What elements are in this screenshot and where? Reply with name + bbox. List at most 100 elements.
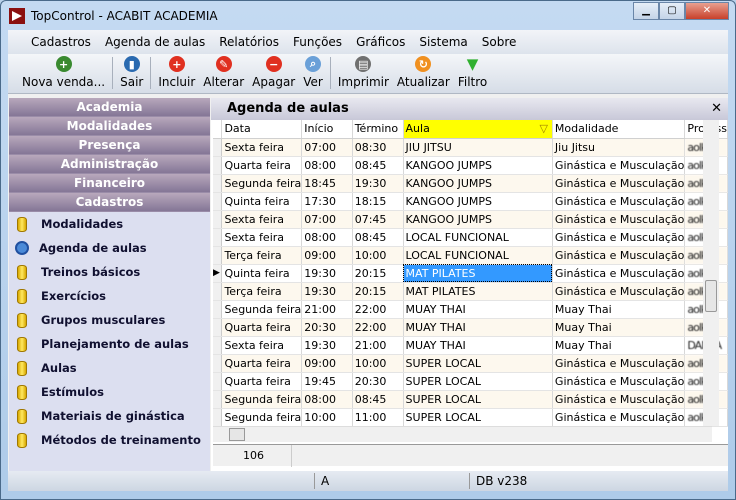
cell[interactable]: LOCAL FUNCIONAL — [403, 228, 553, 247]
menu-relatórios[interactable]: Relatórios — [212, 35, 286, 49]
cell[interactable]: Quinta feira — [221, 192, 303, 211]
table-row[interactable]: Segunda feira 21:00 22:00 MUAY THAI Muay Tha… — [213, 300, 728, 319]
cell[interactable]: MUAY THAI — [403, 336, 553, 355]
cell[interactable]: Ginástica e Musculação — [552, 246, 686, 265]
sair-button[interactable]: ▮ Sair — [116, 56, 147, 89]
cell[interactable]: 19:30 — [301, 264, 353, 283]
cell[interactable]: 22:00 — [352, 318, 404, 337]
cell[interactable]: Ginástica e Musculação — [552, 228, 686, 247]
table-row[interactable]: Terça feira 09:00 10:00 LOCAL FUNCIONAL Giná… — [213, 246, 728, 265]
maximize-button[interactable]: ▢ — [659, 2, 685, 20]
cell[interactable]: 20:30 — [301, 318, 353, 337]
sidebar-item[interactable]: Aulas — [9, 356, 210, 380]
table-row[interactable]: Sexta feira19:3021:00MUAY THAIMuay ThaiD… — [213, 336, 728, 355]
cell[interactable]: LOCAL FUNCIONAL — [403, 246, 553, 265]
sidebar-item[interactable]: Treinos básicos — [9, 260, 210, 284]
cell[interactable]: Quinta feira — [221, 264, 303, 283]
cell[interactable]: KANGOO JUMPS — [403, 174, 553, 193]
cell[interactable]: Segunda feira — [221, 300, 303, 319]
cell[interactable]: 18:15 — [352, 192, 404, 211]
vertical-scrollbar[interactable] — [703, 120, 719, 426]
cell[interactable]: SUPER LOCAL — [403, 354, 553, 373]
column-header[interactable]: Modalidade — [552, 120, 686, 139]
cell[interactable]: Terça feira — [221, 282, 303, 301]
menu-gráficos[interactable]: Gráficos — [349, 35, 412, 49]
table-row[interactable]: Quinta feira 17:30 18:15 KANGOO JUMPS Ginást… — [213, 192, 728, 211]
sidebar-item[interactable]: Agenda de aulas — [9, 236, 210, 260]
cell[interactable]: 08:30 — [352, 138, 404, 157]
apagar-button[interactable]: − Apagar — [248, 56, 299, 89]
menu-sistema[interactable]: Sistema — [412, 35, 474, 49]
menu-funções[interactable]: Funções — [286, 35, 349, 49]
sidebar-item[interactable]: Estímulos — [9, 380, 210, 404]
cell[interactable]: Ginástica e Musculação — [552, 264, 686, 283]
column-header[interactable]: Término — [352, 120, 404, 139]
table-row[interactable]: Quarta feira 09:00 10:00 SUPER LOCAL Ginásti… — [213, 354, 728, 373]
sidebar-group-4[interactable]: Financeiro — [9, 174, 210, 193]
table-row[interactable]: Terça feira 19:30 20:15 MAT PILATES Ginástic… — [213, 282, 728, 301]
cell[interactable]: Sexta feira — [221, 210, 303, 229]
column-header[interactable]: Data — [221, 120, 303, 139]
filtro-button[interactable]: ▼ Filtro — [454, 55, 491, 89]
cell[interactable]: 09:00 — [301, 246, 353, 265]
close-window-button[interactable]: ✕ — [685, 2, 729, 20]
cell[interactable]: Segunda feira — [221, 408, 303, 427]
cell[interactable]: 08:00 — [301, 156, 353, 175]
cell[interactable]: Ginástica e Musculação — [552, 174, 686, 193]
cell[interactable]: SUPER LOCAL — [403, 390, 553, 409]
menu-cadastros[interactable]: Cadastros — [24, 35, 98, 49]
cell[interactable]: 19:30 — [301, 282, 353, 301]
cell[interactable]: MAT PILATES — [403, 282, 553, 301]
cell[interactable]: 10:00 — [352, 246, 404, 265]
cell[interactable]: 21:00 — [301, 300, 353, 319]
sidebar-group-3[interactable]: Administração — [9, 155, 210, 174]
close-panel-button[interactable]: ✕ — [711, 98, 722, 120]
menu-agenda-de-aulas[interactable]: Agenda de aulas — [98, 35, 212, 49]
cell[interactable]: Sexta feira — [221, 336, 303, 355]
cell[interactable]: 20:30 — [352, 372, 404, 391]
table-row[interactable]: ▶ Quinta feira 19:30 20:15 MAT PILATES Ginást… — [213, 264, 728, 283]
alterar-button[interactable]: ✎ Alterar — [199, 56, 248, 89]
table-row[interactable]: Segunda feira 18:45 19:30 KANGOO JUMPS Ginás… — [213, 174, 728, 193]
cell[interactable]: 22:00 — [352, 300, 404, 319]
novavenda-button[interactable]: + Nova venda... — [18, 56, 109, 89]
cell[interactable]: MUAY THAI — [403, 300, 553, 319]
table-row[interactable]: Quarta feira 08:00 08:45 KANGOO JUMPS Ginást… — [213, 156, 728, 175]
cell[interactable]: Ginástica e Musculação — [552, 210, 686, 229]
cell[interactable]: 08:00 — [301, 228, 353, 247]
sidebar-group-5[interactable]: Cadastros — [9, 193, 210, 212]
cell[interactable]: 17:30 — [301, 192, 353, 211]
cell[interactable]: 11:00 — [352, 408, 404, 427]
cell[interactable]: 08:45 — [352, 228, 404, 247]
table-row[interactable]: Quarta feira 19:45 20:30 SUPER LOCAL Ginásti… — [213, 372, 728, 391]
scroll-thumb[interactable] — [229, 428, 245, 441]
cell[interactable]: 09:00 — [301, 354, 353, 373]
horizontal-scrollbar[interactable] — [213, 426, 712, 442]
cell[interactable]: 19:45 — [301, 372, 353, 391]
ver-button[interactable]: ⌕ Ver — [299, 56, 327, 89]
cell[interactable]: Sexta feira — [221, 138, 303, 157]
sidebar-item[interactable]: Exercícios — [9, 284, 210, 308]
cell[interactable]: Quarta feira — [221, 354, 303, 373]
cell[interactable]: 19:30 — [301, 336, 353, 355]
cell[interactable]: 21:00 — [352, 336, 404, 355]
cell[interactable]: Ginástica e Musculação — [552, 372, 686, 391]
cell[interactable]: Muay Thai — [552, 318, 686, 337]
cell[interactable]: 07:00 — [301, 210, 353, 229]
cell[interactable]: Ginástica e Musculação — [552, 156, 686, 175]
cell[interactable]: MUAY THAI — [403, 318, 553, 337]
cell[interactable]: SUPER LOCAL — [403, 408, 553, 427]
cell[interactable]: 08:45 — [352, 390, 404, 409]
table-row[interactable]: Sexta feira 08:00 08:45 LOCAL FUNCIONAL Giná… — [213, 228, 728, 247]
sidebar-item[interactable]: Grupos musculares — [9, 308, 210, 332]
cell[interactable]: Ginástica e Musculação — [552, 354, 686, 373]
cell[interactable]: Sexta feira — [221, 228, 303, 247]
table-row[interactable]: Sexta feira 07:00 07:45 KANGOO JUMPS Ginásti… — [213, 210, 728, 229]
imprimir-button[interactable]: ▤ Imprimir — [334, 56, 393, 89]
table-row[interactable]: Segunda feira 08:00 08:45 SUPER LOCAL Ginást… — [213, 390, 728, 409]
cell[interactable]: KANGOO JUMPS — [403, 156, 553, 175]
cell[interactable]: Muay Thai — [552, 300, 686, 319]
cell[interactable]: 08:00 — [301, 390, 353, 409]
table-row[interactable]: Sexta feira 07:00 08:30 JIU JITSU Jiu Jitsu a… — [213, 138, 728, 157]
sidebar-item[interactable]: Planejamento de aulas — [9, 332, 210, 356]
